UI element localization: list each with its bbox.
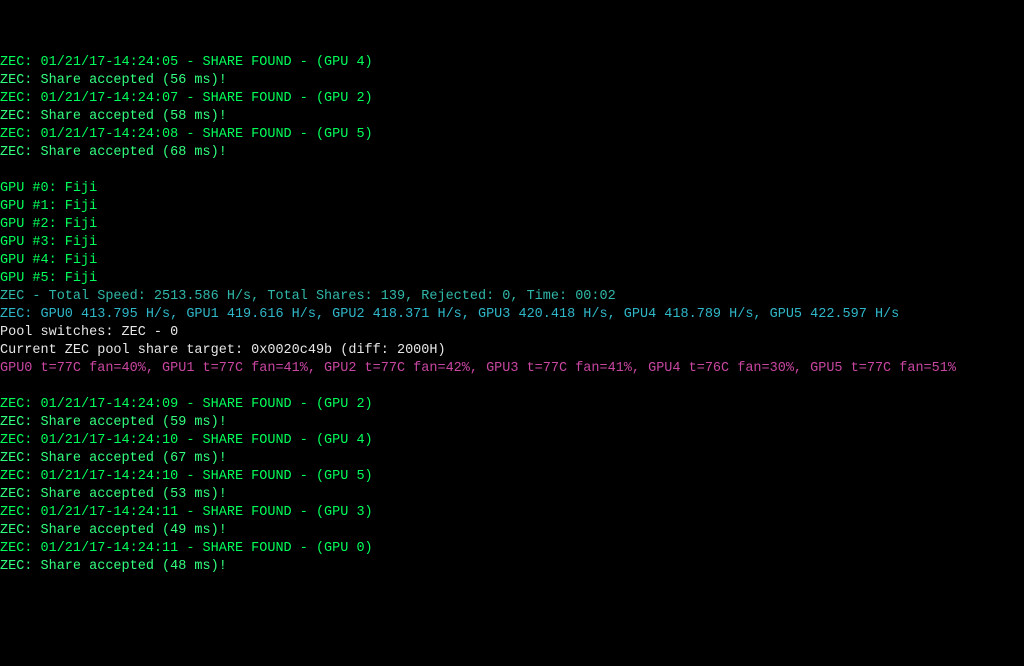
terminal-line — [0, 162, 1024, 180]
terminal-line: GPU0 t=77C fan=40%, GPU1 t=77C fan=41%, … — [0, 360, 1024, 378]
terminal-line: ZEC: Share accepted (67 ms)! — [0, 450, 1024, 468]
terminal-line: ZEC: Share accepted (58 ms)! — [0, 108, 1024, 126]
terminal-line: GPU #0: Fiji — [0, 180, 1024, 198]
terminal-line: ZEC: 01/21/17-14:24:10 - SHARE FOUND - (… — [0, 432, 1024, 450]
terminal-output: ZEC: 01/21/17-14:24:05 - SHARE FOUND - (… — [0, 54, 1024, 576]
terminal-line: ZEC: Share accepted (68 ms)! — [0, 144, 1024, 162]
terminal-line: GPU #4: Fiji — [0, 252, 1024, 270]
terminal-line: ZEC: 01/21/17-14:24:11 - SHARE FOUND - (… — [0, 540, 1024, 558]
terminal-line: ZEC: 01/21/17-14:24:08 - SHARE FOUND - (… — [0, 126, 1024, 144]
terminal-line: ZEC: Share accepted (48 ms)! — [0, 558, 1024, 576]
terminal-line: GPU #3: Fiji — [0, 234, 1024, 252]
terminal-line: ZEC: Share accepted (49 ms)! — [0, 522, 1024, 540]
terminal-line: ZEC: Share accepted (59 ms)! — [0, 414, 1024, 432]
terminal-line: ZEC: 01/21/17-14:24:05 - SHARE FOUND - (… — [0, 54, 1024, 72]
terminal-line: ZEC: 01/21/17-14:24:09 - SHARE FOUND - (… — [0, 396, 1024, 414]
terminal-line: ZEC: 01/21/17-14:24:11 - SHARE FOUND - (… — [0, 504, 1024, 522]
terminal-line: ZEC: Share accepted (56 ms)! — [0, 72, 1024, 90]
terminal-line: ZEC: Share accepted (53 ms)! — [0, 486, 1024, 504]
terminal-line: ZEC: 01/21/17-14:24:10 - SHARE FOUND - (… — [0, 468, 1024, 486]
terminal-line: ZEC: GPU0 413.795 H/s, GPU1 419.616 H/s,… — [0, 306, 1024, 324]
terminal-line: GPU #5: Fiji — [0, 270, 1024, 288]
terminal-line: Current ZEC pool share target: 0x0020c49… — [0, 342, 1024, 360]
terminal-line: Pool switches: ZEC - 0 — [0, 324, 1024, 342]
terminal-line: GPU #2: Fiji — [0, 216, 1024, 234]
terminal-line — [0, 378, 1024, 396]
terminal-line: ZEC - Total Speed: 2513.586 H/s, Total S… — [0, 288, 1024, 306]
terminal-line: ZEC: 01/21/17-14:24:07 - SHARE FOUND - (… — [0, 90, 1024, 108]
terminal-line: GPU #1: Fiji — [0, 198, 1024, 216]
